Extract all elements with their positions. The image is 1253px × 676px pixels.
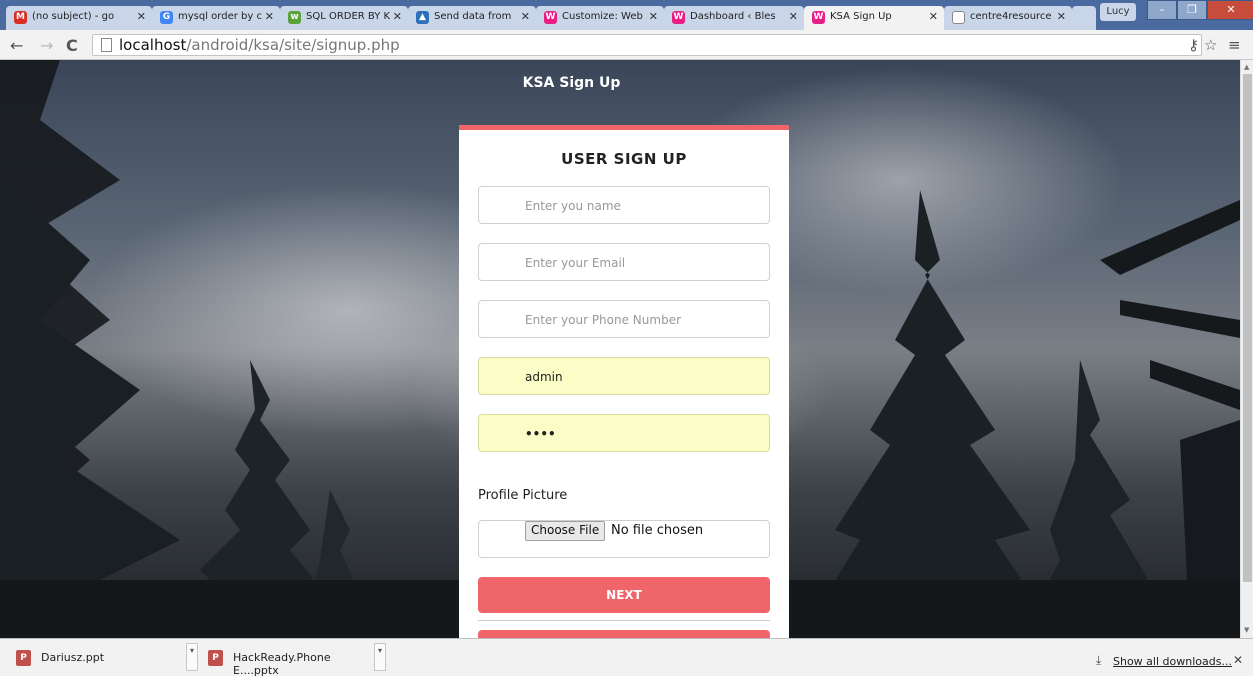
close-icon[interactable]: ✕ (393, 10, 402, 23)
tab-label: Customize: Web (562, 11, 643, 22)
signup-card: USER SIGN UP Enter you name Enter your E… (459, 125, 789, 638)
wordpress-icon: W (544, 11, 557, 24)
tab-ksa-signup[interactable]: W KSA Sign Up ✕ (804, 6, 944, 30)
tab-dashboard[interactable]: W Dashboard ‹ Bles ✕ (664, 6, 804, 30)
email-input[interactable]: Enter your Email (478, 243, 770, 281)
bookmark-star-icon[interactable]: ☆ (1204, 36, 1217, 54)
scroll-up-icon[interactable]: ▲ (1244, 63, 1249, 71)
back-arrow-icon[interactable]: ← (10, 36, 23, 55)
download-menu-arrow[interactable]: ▾ (186, 643, 198, 671)
download-item[interactable]: P HackReady.Phone E....pptx (198, 645, 370, 676)
tab-send-data[interactable]: ▲ Send data from ✕ (408, 6, 536, 30)
tab-label: (no subject) - go (32, 11, 115, 22)
download-menu-arrow[interactable]: ▾ (374, 643, 386, 671)
url-path: /android/ksa/site/signup.php (186, 36, 400, 54)
window-controls: – ❐ ✕ (1147, 0, 1253, 20)
file-input: Choose File No file chosen (478, 520, 770, 558)
download-icon: ⤓ (1096, 653, 1102, 667)
browser-toolbar: ← → C localhost/android/ksa/site/signup.… (0, 30, 1253, 60)
tab-centre4resource[interactable]: centre4resource ✕ (944, 6, 1072, 30)
phone-input[interactable]: Enter your Phone Number (478, 300, 770, 338)
scroll-down-icon[interactable]: ▼ (1244, 626, 1249, 634)
download-item[interactable]: P Dariusz.ppt (6, 645, 186, 671)
google-icon: G (160, 11, 173, 24)
url-host: localhost (119, 36, 187, 54)
minimize-icon[interactable]: – (1147, 0, 1177, 20)
tab-label: Dashboard ‹ Bles (690, 11, 776, 22)
profile-picture-label: Profile Picture (478, 488, 568, 503)
download-name: HackReady.Phone E....pptx (233, 651, 331, 676)
gmail-icon: M (14, 11, 27, 24)
tab-gmail[interactable]: M (no subject) - go ✕ (6, 6, 152, 30)
key-icon[interactable]: ⚷ (1188, 36, 1199, 54)
choose-file-button[interactable]: Choose File (525, 521, 606, 541)
w3schools-icon: w (288, 11, 301, 24)
file-status: No file chosen (611, 523, 704, 538)
show-all-downloads-link[interactable]: Show all downloads... (1113, 655, 1232, 668)
tab-label: SQL ORDER BY K (306, 11, 391, 22)
close-icon[interactable]: ✕ (521, 10, 530, 23)
tab-label: centre4resource (970, 11, 1052, 22)
new-tab-button[interactable] (1072, 6, 1096, 30)
password-input[interactable]: •••• (478, 414, 770, 452)
close-icon[interactable]: ✕ (137, 10, 146, 23)
divider (478, 620, 770, 621)
downloads-bar: P Dariusz.ppt ▾ P HackReady.Phone E....p… (0, 638, 1253, 676)
close-icon[interactable]: ✕ (649, 10, 658, 23)
close-icon[interactable]: ✕ (929, 10, 938, 23)
close-icon[interactable]: ✕ (789, 10, 798, 23)
vertical-scrollbar[interactable]: ▲ ▼ (1240, 60, 1253, 638)
page-viewport: KSA Sign Up USER SIGN UP Enter you name … (0, 60, 1240, 638)
wordpress-icon: W (672, 11, 685, 24)
page-icon (101, 38, 112, 52)
page-icon (952, 11, 965, 24)
profile-button[interactable]: Lucy (1100, 3, 1136, 21)
close-icon[interactable]: ✕ (1057, 10, 1066, 23)
username-input[interactable]: admin (478, 357, 770, 395)
window-close-icon[interactable]: ✕ (1207, 0, 1253, 20)
form-title: USER SIGN UP (561, 150, 687, 168)
download-name: Dariusz.ppt (41, 651, 105, 664)
wordpress-icon: W (812, 11, 825, 24)
secondary-button[interactable] (478, 630, 770, 638)
forward-arrow-icon[interactable]: → (40, 36, 53, 55)
bird-icon: ▲ (416, 11, 429, 24)
tab-strip: M (no subject) - go ✕ G mysql order by c… (0, 0, 1253, 30)
tab-mysql-order[interactable]: G mysql order by c ✕ (152, 6, 280, 30)
powerpoint-icon: P (16, 650, 31, 666)
tab-label: mysql order by c (178, 11, 262, 22)
tab-sql-order-by[interactable]: w SQL ORDER BY K ✕ (280, 6, 408, 30)
tab-label: KSA Sign Up (830, 11, 892, 22)
close-icon[interactable]: ✕ (265, 10, 274, 23)
page-header-title: KSA Sign Up (522, 75, 621, 91)
name-input[interactable]: Enter you name (478, 186, 770, 224)
menu-icon[interactable]: ≡ (1228, 36, 1241, 54)
restore-icon[interactable]: ❐ (1177, 0, 1207, 20)
address-bar[interactable]: localhost/android/ksa/site/signup.php (92, 34, 1202, 56)
close-downloads-icon[interactable]: ✕ (1233, 653, 1243, 667)
reload-icon[interactable]: C (66, 36, 78, 55)
tab-label: Send data from (434, 11, 512, 22)
tab-customize[interactable]: W Customize: Web ✕ (536, 6, 664, 30)
powerpoint-icon: P (208, 650, 223, 666)
scroll-thumb[interactable] (1243, 74, 1252, 582)
next-button[interactable]: NEXT (478, 577, 770, 613)
